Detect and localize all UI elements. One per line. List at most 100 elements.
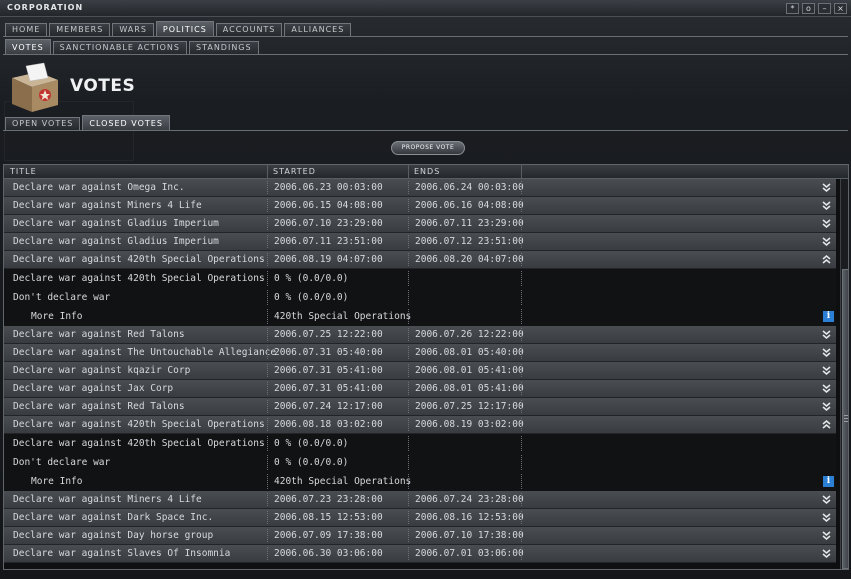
option-label: Declare war against 420th Special Operat… bbox=[13, 438, 265, 449]
column-header-ends[interactable]: ENDS bbox=[414, 167, 440, 176]
column-divider[interactable] bbox=[521, 165, 522, 179]
vote-title: Declare war against Dark Space Inc. bbox=[13, 512, 214, 523]
vote-tabs: OPEN VOTES CLOSED VOTES bbox=[5, 115, 170, 130]
close-icon[interactable]: × bbox=[834, 3, 847, 14]
tab-votes[interactable]: VOTES bbox=[5, 39, 51, 54]
vote-row[interactable]: Declare war against Day horse group 2006.… bbox=[4, 527, 836, 545]
table-header: TITLE STARTED ENDS bbox=[4, 165, 848, 179]
tab-standings[interactable]: STANDINGS bbox=[189, 41, 259, 54]
vote-title: Declare war against kqazir Corp bbox=[13, 365, 191, 376]
vote-started: 2006.07.25 12:22:00 bbox=[274, 329, 383, 340]
window-controls: * o – × bbox=[786, 3, 847, 14]
vote-row[interactable]: Declare war against Jax Corp 2006.07.31 0… bbox=[4, 380, 836, 398]
column-divider[interactable] bbox=[408, 165, 409, 179]
vote-option-row[interactable]: Don't declare war 0 % (0.0/0.0) bbox=[4, 288, 836, 307]
vote-title: Declare war against Slaves Of Insomnia bbox=[13, 548, 231, 559]
vote-row[interactable]: Declare war against Red Talons 2006.07.25… bbox=[4, 326, 836, 344]
tab-members[interactable]: MEMBERS bbox=[49, 23, 111, 36]
vote-row[interactable]: Declare war against kqazir Corp 2006.07.3… bbox=[4, 362, 836, 380]
vote-row[interactable]: Declare war against Miners 4 Life 2006.07… bbox=[4, 491, 836, 509]
vote-started: 2006.07.31 05:41:00 bbox=[274, 365, 383, 376]
more-info-label: More Info bbox=[31, 476, 83, 487]
vote-title: Declare war against Red Talons bbox=[13, 329, 185, 340]
vertical-scrollbar[interactable] bbox=[840, 179, 848, 569]
tab-sanctionable-actions[interactable]: SANCTIONABLE ACTIONS bbox=[52, 41, 187, 54]
column-header-started[interactable]: STARTED bbox=[273, 167, 316, 176]
vote-title: Declare war against Miners 4 Life bbox=[13, 200, 202, 211]
window-titlebar[interactable]: CORPORATION * o – × bbox=[0, 0, 851, 17]
more-info-label: More Info bbox=[31, 311, 83, 322]
vote-row[interactable]: Declare war against Red Talons 2006.07.24… bbox=[4, 398, 836, 416]
minimize-icon[interactable]: – bbox=[818, 3, 831, 14]
column-header-title[interactable]: TITLE bbox=[10, 167, 37, 176]
tab-wars[interactable]: WARS bbox=[112, 23, 154, 36]
vote-row[interactable]: Declare war against The Untouchable Alle… bbox=[4, 344, 836, 362]
scrollbar-thumb[interactable] bbox=[842, 269, 848, 569]
more-info-target: 420th Special Operations bbox=[274, 311, 412, 322]
vote-ends: 2006.07.01 03:06:00 bbox=[415, 548, 524, 559]
vote-option-row[interactable]: Don't declare war 0 % (0.0/0.0) bbox=[4, 453, 836, 472]
info-icon[interactable]: i bbox=[823, 311, 834, 322]
window-title: CORPORATION bbox=[7, 3, 84, 12]
vote-ends: 2006.06.24 00:03:00 bbox=[415, 182, 524, 193]
vote-started: 2006.07.09 17:38:00 bbox=[274, 530, 383, 541]
tab-divider bbox=[3, 36, 848, 37]
vote-row[interactable]: Declare war against Omega Inc. 2006.06.23… bbox=[4, 179, 836, 197]
vote-ends: 2006.07.24 23:28:00 bbox=[415, 494, 524, 505]
settings-icon[interactable]: * bbox=[786, 3, 799, 14]
option-label: Don't declare war bbox=[13, 292, 111, 303]
vote-row[interactable]: Declare war against Miners 4 Life 2006.06… bbox=[4, 197, 836, 215]
vote-started: 2006.07.10 23:29:00 bbox=[274, 218, 383, 229]
vote-title: Declare war against 420th Special Operat… bbox=[13, 254, 265, 265]
vote-row[interactable]: Declare war against Gladius Imperium 2006… bbox=[4, 233, 836, 251]
vote-ends: 2006.08.01 05:41:00 bbox=[415, 383, 524, 394]
vote-started: 2006.07.24 12:17:00 bbox=[274, 401, 383, 412]
vote-started: 2006.07.11 23:51:00 bbox=[274, 236, 383, 247]
option-result: 0 % (0.0/0.0) bbox=[274, 438, 349, 449]
vote-ends: 2006.07.12 23:51:00 bbox=[415, 236, 524, 247]
vote-ends: 2006.06.16 04:08:00 bbox=[415, 200, 524, 211]
vote-ends: 2006.08.16 12:53:00 bbox=[415, 512, 524, 523]
vote-ends: 2006.08.20 04:07:00 bbox=[415, 254, 524, 265]
main-tabs: HOME MEMBERS WARS POLITICS ACCOUNTS ALLIANCES bbox=[5, 21, 352, 36]
vote-row[interactable]: Declare war against 420th Special Operat… bbox=[4, 416, 836, 434]
tab-open-votes[interactable]: OPEN VOTES bbox=[5, 117, 81, 130]
tab-alliances[interactable]: ALLIANCES bbox=[284, 23, 352, 36]
info-icon[interactable]: i bbox=[823, 476, 834, 487]
pin-icon[interactable]: o bbox=[802, 3, 815, 14]
tab-home[interactable]: HOME bbox=[5, 23, 48, 36]
column-divider[interactable] bbox=[267, 165, 268, 179]
votes-list: Declare war against Omega Inc. 2006.06.23… bbox=[4, 179, 836, 563]
vote-ends: 2006.07.11 23:29:00 bbox=[415, 218, 524, 229]
more-info-row[interactable]: More Info 420th Special Operations i bbox=[4, 307, 836, 326]
tab-politics[interactable]: POLITICS bbox=[155, 21, 214, 36]
vote-ends: 2006.07.25 12:17:00 bbox=[415, 401, 524, 412]
ballot-box-icon bbox=[12, 62, 58, 112]
vote-ends: 2006.08.01 05:41:00 bbox=[415, 365, 524, 376]
more-info-row[interactable]: More Info 420th Special Operations i bbox=[4, 472, 836, 491]
vote-started: 2006.07.31 05:40:00 bbox=[274, 347, 383, 358]
propose-vote-button[interactable]: PROPOSE VOTE bbox=[391, 141, 465, 155]
vote-title: Declare war against 420th Special Operat… bbox=[13, 419, 265, 430]
tab-accounts[interactable]: ACCOUNTS bbox=[215, 23, 283, 36]
vote-option-row[interactable]: Declare war against 420th Special Operat… bbox=[4, 269, 836, 288]
vote-row[interactable]: Declare war against Slaves Of Insomnia 20… bbox=[4, 545, 836, 563]
vote-title: Declare war against Gladius Imperium bbox=[13, 218, 219, 229]
more-info-target: 420th Special Operations bbox=[274, 476, 412, 487]
vote-row[interactable]: Declare war against Gladius Imperium 2006… bbox=[4, 215, 836, 233]
votes-table: TITLE STARTED ENDS Declare war against O… bbox=[3, 164, 849, 570]
vote-title: Declare war against Omega Inc. bbox=[13, 182, 185, 193]
vote-started: 2006.07.23 23:28:00 bbox=[274, 494, 383, 505]
vote-row[interactable]: Declare war against Dark Space Inc. 2006.… bbox=[4, 509, 836, 527]
vote-started: 2006.08.18 03:02:00 bbox=[274, 419, 383, 430]
vote-title: Declare war against Day horse group bbox=[13, 530, 214, 541]
option-result: 0 % (0.0/0.0) bbox=[274, 457, 349, 468]
sub-tabs: VOTES SANCTIONABLE ACTIONS STANDINGS bbox=[5, 39, 259, 54]
vote-row[interactable]: Declare war against 420th Special Operat… bbox=[4, 251, 836, 269]
page-title: VOTES bbox=[70, 76, 136, 96]
vote-started: 2006.06.23 00:03:00 bbox=[274, 182, 383, 193]
vote-option-row[interactable]: Declare war against 420th Special Operat… bbox=[4, 434, 836, 453]
tab-closed-votes[interactable]: CLOSED VOTES bbox=[82, 115, 170, 130]
corporation-window: CORPORATION * o – × HOME MEMBERS WARS POLIT… bbox=[0, 0, 851, 579]
vote-title: Declare war against The Untouchable Alle… bbox=[13, 347, 277, 358]
